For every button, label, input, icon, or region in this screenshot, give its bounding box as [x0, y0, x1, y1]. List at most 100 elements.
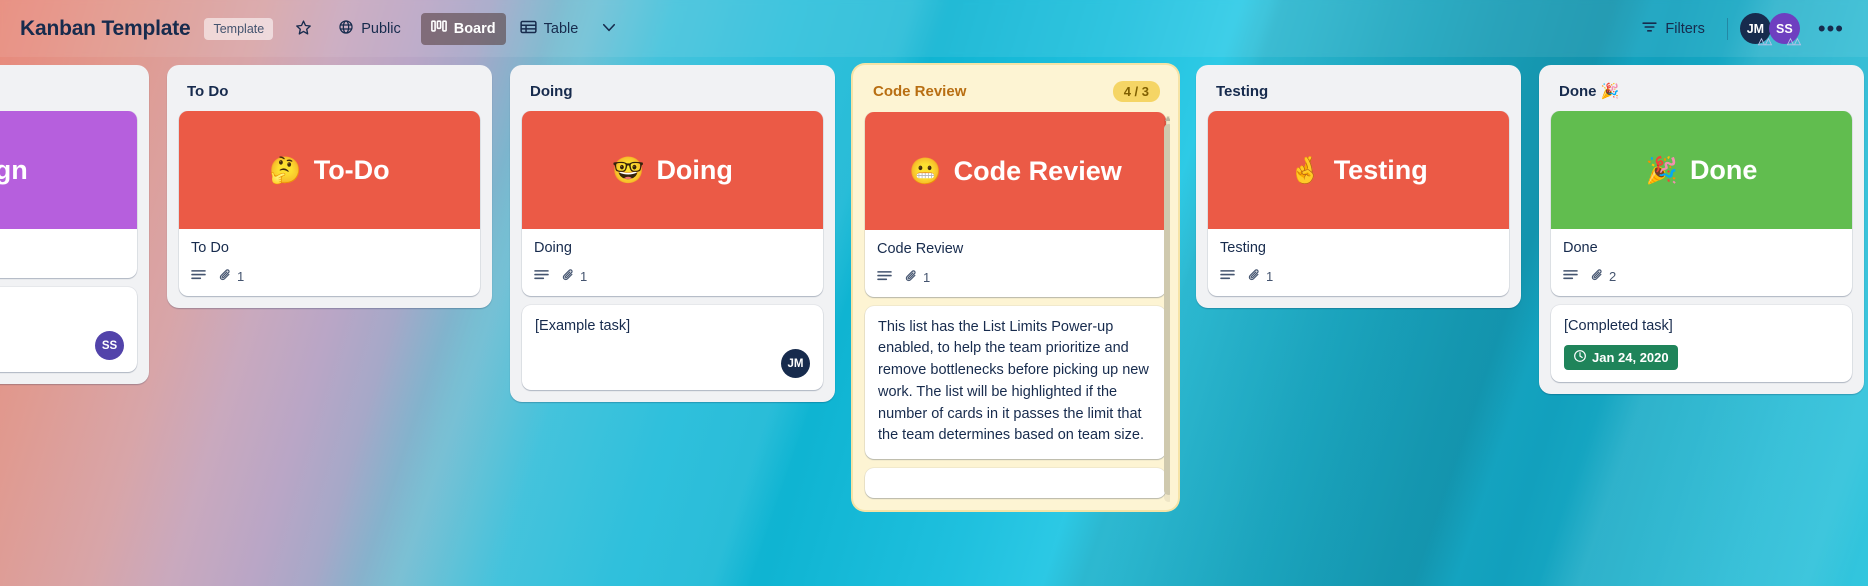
list-header[interactable]: Done 🎉	[1547, 73, 1856, 111]
description-icon	[1563, 269, 1578, 285]
list-title: Done 🎉	[1559, 83, 1620, 100]
attachment-count: 1	[237, 269, 245, 285]
avatar-badge-icon: △△	[1758, 36, 1772, 46]
description-icon	[191, 269, 206, 285]
card-design-task[interactable]: ch designs] SS	[0, 286, 137, 373]
cover-emoji: 🤞	[1289, 154, 1322, 185]
board-menu-button[interactable]: •••	[1812, 18, 1850, 40]
list-cards: 😬 Code Review Code Review 1 This list ha…	[861, 112, 1170, 503]
scrollbar-thumb[interactable]	[1164, 124, 1170, 495]
card-title: This list has the List Limits Power-up e…	[878, 318, 1149, 444]
star-board-button[interactable]	[285, 13, 322, 45]
avatar-initials: SS	[1776, 21, 1793, 36]
attachment-badge: 1	[904, 269, 930, 287]
card-body: This list has the List Limits Power-up e…	[865, 306, 1166, 460]
attachment-count: 2	[1609, 269, 1617, 285]
list-testing[interactable]: Testing 🤞 Testing Testing 1	[1196, 65, 1521, 308]
tab-table[interactable]: Table	[510, 13, 589, 45]
card-member-avatar[interactable]: SS	[95, 331, 124, 361]
attachment-icon	[1590, 268, 1605, 286]
card-body: ch	[0, 229, 137, 278]
description-badge	[191, 269, 206, 285]
list-code-review[interactable]: Code Review 4 / 3 😬 Code Review Code Rev…	[853, 65, 1178, 511]
list-done[interactable]: Done 🎉 🎉 Done Done 2 [Completed task] Ja…	[1539, 65, 1864, 395]
card-badges: 1	[534, 268, 811, 286]
list-header[interactable]	[0, 73, 141, 111]
clock-icon	[1573, 349, 1587, 366]
cover-label: Code Review	[953, 155, 1122, 186]
attachment-badge: 2	[1590, 268, 1616, 286]
card-testing-cover[interactable]: 🤞 Testing Testing 1	[1208, 111, 1509, 296]
card-done-completed-task[interactable]: [Completed task] Jan 24, 2020	[1551, 304, 1852, 383]
chevron-down-icon	[600, 18, 618, 40]
list-header[interactable]: Doing	[518, 73, 827, 111]
card-code-review-cover[interactable]: 😬 Code Review Code Review 1	[865, 112, 1166, 297]
card-body: ch designs] SS	[0, 287, 137, 373]
attachment-icon	[1247, 268, 1262, 286]
attachment-count: 1	[1266, 269, 1274, 285]
cover-label: Testing	[1333, 154, 1428, 185]
list-header[interactable]: Testing	[1204, 73, 1513, 111]
card-body: Code Review 1	[865, 230, 1166, 297]
card-title: [Example task]	[535, 317, 631, 334]
list-doing[interactable]: Doing 🤓 Doing Doing 1 [Example task] JM	[510, 65, 835, 403]
card-to-do-cover[interactable]: 🤔 To-Do To Do 1	[179, 111, 480, 296]
description-badge	[1563, 269, 1578, 285]
card-doing-example-task[interactable]: [Example task] JM	[522, 304, 823, 391]
card-cover: 🤓 Doing	[522, 111, 823, 229]
card-design-cover[interactable]: esign ch	[0, 111, 137, 278]
list-header[interactable]: To Do	[175, 73, 484, 111]
list-header[interactable]: Code Review 4 / 3	[861, 73, 1170, 112]
list-design[interactable]: esign ch ch designs] SS	[0, 65, 149, 385]
cover-emoji: 🤓	[612, 154, 645, 185]
list-title: Testing	[1216, 82, 1269, 100]
cover-label: To-Do	[313, 154, 390, 185]
list-cards: 🤓 Doing Doing 1 [Example task] JM	[518, 111, 827, 394]
card-cover: 😬 Code Review	[865, 112, 1166, 230]
list-limit-badge: 4 / 3	[1112, 81, 1160, 102]
cover-emoji: 😬	[909, 155, 942, 186]
template-badge[interactable]: Template	[204, 17, 274, 40]
card-title: To Do	[191, 240, 229, 256]
card-row: ch designs]	[0, 298, 124, 320]
filters-button[interactable]: Filters	[1631, 13, 1714, 45]
card-badges: 1	[191, 268, 468, 286]
cover-label: Done	[1689, 154, 1758, 185]
tab-table-label: Table	[543, 20, 579, 37]
view-switcher-button[interactable]	[592, 13, 626, 45]
globe-icon	[338, 19, 354, 39]
card-body: Doing 1	[522, 229, 823, 296]
card-title: Doing	[534, 240, 572, 256]
cover-label: Doing	[656, 154, 733, 185]
card-badges: 2	[1563, 268, 1840, 286]
visibility-button[interactable]: Public	[328, 13, 411, 45]
card-code-review-info[interactable]: This list has the List Limits Power-up e…	[865, 305, 1166, 460]
card-title: [Completed task]	[1564, 317, 1673, 334]
list-scrollbar[interactable]	[1164, 116, 1170, 503]
card-body: To Do 1	[179, 229, 480, 296]
tab-board-label: Board	[453, 20, 496, 37]
attachment-icon	[904, 269, 919, 287]
attachment-badge: 1	[1247, 268, 1273, 286]
avatar-member-jm[interactable]: JM △△	[1739, 13, 1772, 46]
star-icon	[295, 19, 312, 39]
filters-label: Filters	[1665, 20, 1705, 37]
card-done-cover[interactable]: 🎉 Done Done 2	[1551, 111, 1852, 296]
card-doing-cover[interactable]: 🤓 Doing Doing 1	[522, 111, 823, 296]
card-title: Done	[1563, 240, 1598, 256]
due-date-badge[interactable]: Jan 24, 2020	[1564, 345, 1678, 371]
header-right-group: Filters JM △△ SS △△ •••	[1631, 13, 1850, 46]
list-to-do[interactable]: To Do 🤔 To-Do To Do 1	[167, 65, 492, 308]
description-icon	[877, 270, 892, 286]
scroll-up-arrow-icon[interactable]	[1165, 116, 1170, 121]
card-code-review-partial[interactable]	[865, 468, 1166, 499]
visibility-label: Public	[361, 20, 401, 37]
card-body: Testing 1	[1208, 229, 1509, 296]
attachment-count: 1	[923, 270, 931, 286]
card-member-avatar[interactable]: JM	[781, 349, 810, 379]
card-cover: 🎉 Done	[1551, 111, 1852, 229]
tab-board[interactable]: Board	[420, 12, 506, 45]
card-cover: 🤔 To-Do	[179, 111, 480, 229]
avatar-member-ss[interactable]: SS △△	[1768, 13, 1801, 46]
avatar-badge-icon: △△	[1787, 36, 1801, 46]
